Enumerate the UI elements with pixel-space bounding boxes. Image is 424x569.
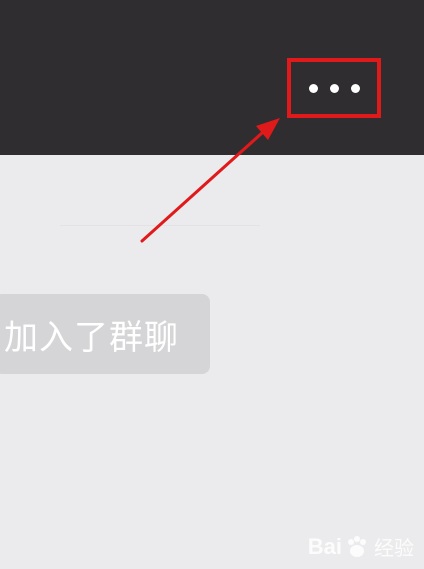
- chat-header-bar: [0, 0, 424, 155]
- paw-icon: [348, 535, 366, 557]
- system-message-text: 加入了群聊: [4, 317, 179, 358]
- more-dots-icon: [308, 83, 318, 93]
- more-options-button[interactable]: [287, 58, 381, 118]
- watermark-suffix: 经验: [374, 536, 414, 560]
- more-dots-icon: [329, 83, 339, 93]
- more-dots-icon: [350, 83, 360, 93]
- divider: [60, 225, 260, 226]
- system-message-bubble: 加入了群聊: [0, 294, 210, 374]
- watermark-brand: Bai: [307, 533, 342, 559]
- watermark: Bai 经验: [308, 532, 414, 561]
- chat-screen: 加入了群聊 Bai 经验: [0, 0, 424, 569]
